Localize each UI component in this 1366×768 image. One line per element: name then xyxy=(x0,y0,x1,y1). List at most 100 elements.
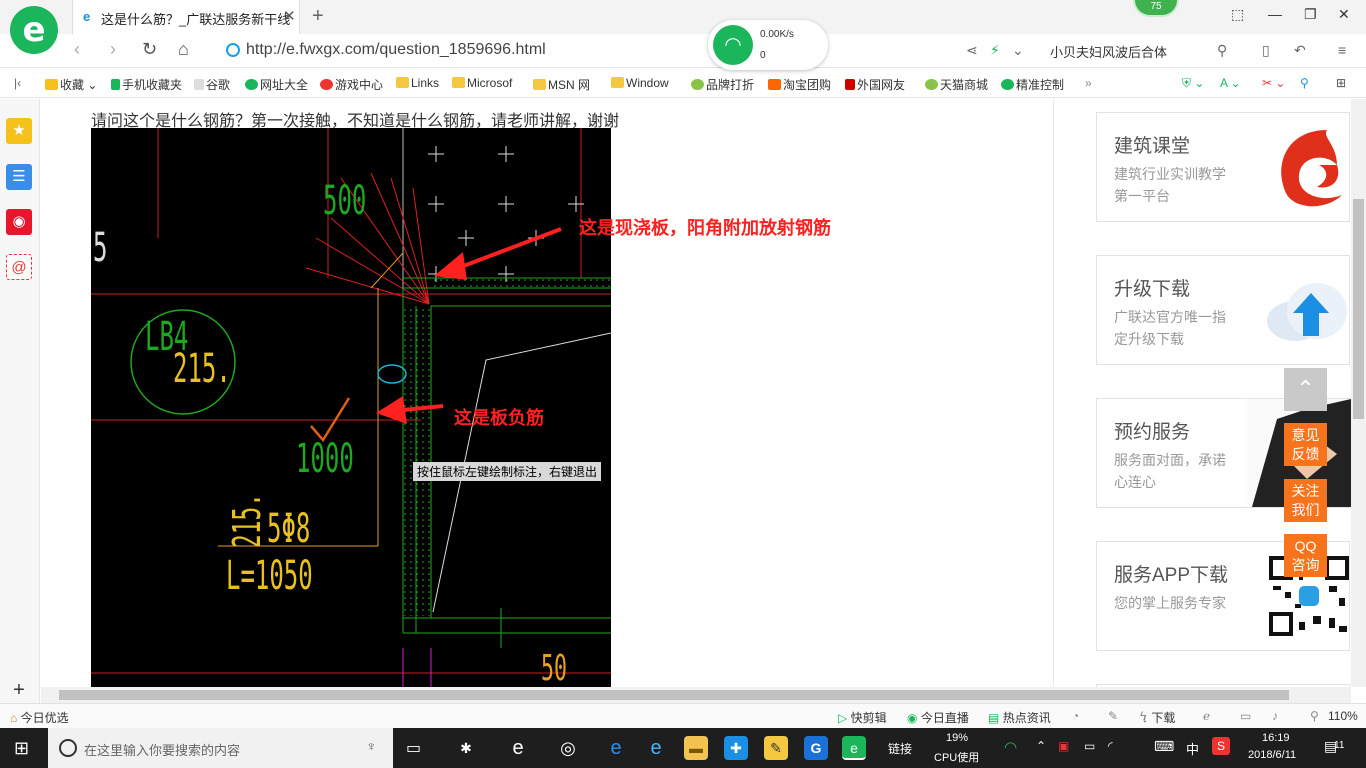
card-upgrade-download[interactable]: 升级下载 广联达官方唯一指定升级下载 xyxy=(1096,255,1350,365)
apps-grid-icon[interactable]: ⊞ xyxy=(1336,76,1346,90)
chevron-down-icon[interactable]: ⌄ xyxy=(1012,42,1024,59)
close-window-button[interactable]: ✕ xyxy=(1338,6,1350,23)
share-icon[interactable]: ⋖ xyxy=(966,42,978,59)
mail-icon[interactable]: @ xyxy=(6,254,32,280)
bookmark-item[interactable]: 天猫商城 xyxy=(925,76,988,93)
ie-icon[interactable]: e xyxy=(644,736,668,760)
lightning-icon[interactable]: ⚡ xyxy=(990,42,1000,59)
edge-legacy-icon[interactable]: e xyxy=(506,736,530,760)
card-title: 升级下载 xyxy=(1114,279,1191,300)
network-tray-icon[interactable]: ◜ xyxy=(1108,739,1113,753)
search-icon[interactable]: ⚲ xyxy=(1217,42,1227,59)
status-item[interactable]: ▤ 热点资讯 xyxy=(988,709,1051,726)
shirt-icon[interactable]: ⬚ xyxy=(1231,6,1244,23)
search-suggestion[interactable]: 小贝夫妇风波后合体 xyxy=(1050,42,1167,61)
bookmark-item[interactable]: Window xyxy=(611,76,669,90)
status-item[interactable]: ◉ 今日直播 xyxy=(907,709,969,726)
minimize-button[interactable]: — xyxy=(1268,6,1282,22)
list-icon[interactable]: ☰ xyxy=(6,164,32,190)
clock-date[interactable]: 2018/6/11 xyxy=(1248,749,1296,761)
wifi-tray-icon[interactable]: ◠ xyxy=(1004,738,1017,756)
refresh-icon[interactable]: ↻ xyxy=(142,39,157,60)
horizontal-scroll-thumb[interactable] xyxy=(59,690,1289,700)
collapse-icon[interactable]: |‹ xyxy=(14,76,21,90)
vertical-scrollbar[interactable] xyxy=(1351,99,1366,687)
address-bar[interactable]: http://e.fwxgx.com/question_1859696.html xyxy=(218,38,718,64)
favorites-star-icon[interactable]: ★ xyxy=(6,118,32,144)
shield-icon[interactable]: ⛨ ⌄ xyxy=(1182,76,1204,91)
zoom-icon[interactable]: ⚲ xyxy=(1310,709,1319,723)
scissors-icon[interactable]: ✂ ⌄ xyxy=(1262,76,1285,90)
spiral-app-icon[interactable]: ◎ xyxy=(556,736,580,760)
cpu-label: CPU使用 xyxy=(934,752,980,764)
ime-indicator[interactable]: 中 xyxy=(1186,739,1199,758)
feedback-button[interactable]: 意见反馈 xyxy=(1284,423,1327,466)
qq-consult-button[interactable]: QQ咨询 xyxy=(1284,534,1327,577)
vertical-scroll-thumb[interactable] xyxy=(1353,199,1364,419)
windows-start-icon[interactable]: ⊞ xyxy=(14,738,29,759)
clock-time[interactable]: 16:19 xyxy=(1262,732,1290,744)
browser-task-icon[interactable]: e xyxy=(842,736,866,760)
translate-icon[interactable]: A ⌄ xyxy=(1220,76,1241,90)
zoom-level[interactable]: 110% xyxy=(1328,709,1358,723)
battery-tray-icon[interactable]: ▭ xyxy=(1084,739,1095,753)
back-icon[interactable]: ‹ xyxy=(74,39,80,60)
phone-icon[interactable]: ▯ xyxy=(1262,42,1270,59)
tray-expand-icon[interactable]: ⌃ xyxy=(1036,739,1046,753)
magnifier-icon[interactable]: ⚲ xyxy=(1300,76,1309,90)
bookmark-item[interactable]: 品牌打折 xyxy=(691,76,754,93)
status-item[interactable]: ▷ 快剪辑 xyxy=(838,709,887,726)
weibo-icon[interactable]: ◉ xyxy=(6,209,32,235)
bookmark-item[interactable]: 手机收藏夹 xyxy=(111,76,182,93)
bookmark-item[interactable]: 网址大全 xyxy=(245,76,308,93)
bookmark-item[interactable]: 谷歌 xyxy=(194,76,230,93)
score-badge[interactable]: 75 xyxy=(1133,0,1179,17)
glodon-app-icon[interactable]: G xyxy=(804,736,828,760)
taskbar-search-box[interactable]: 在这里输入你要搜索的内容 ♆ xyxy=(48,728,393,768)
add-sidebar-icon[interactable]: + xyxy=(6,677,32,703)
back-to-top-button[interactable]: ⌃ xyxy=(1284,368,1327,411)
taskbar-link-label[interactable]: 链接 xyxy=(888,740,912,757)
plus-app-icon[interactable]: ✚ xyxy=(724,736,748,760)
pin-icon[interactable]: ✎ xyxy=(1108,709,1118,723)
bookmark-item[interactable]: 淘宝团购 xyxy=(768,76,831,93)
tab-active[interactable]: e 这是什么筋？_广联达服务新干线 ✕ xyxy=(72,0,300,34)
fan-app-icon[interactable]: ✱ xyxy=(454,736,478,760)
bookmark-item[interactable]: 收藏 ⌄ xyxy=(45,76,97,93)
card-building-class[interactable]: 建筑课堂 建筑行业实训教学第一平台 xyxy=(1096,112,1350,222)
task-view-icon[interactable]: ▭ xyxy=(406,738,421,758)
bookmark-item[interactable]: 游戏中心 xyxy=(320,76,383,93)
home-icon[interactable]: ⌂ xyxy=(178,39,189,60)
today-picks[interactable]: ⌂ 今日优选 xyxy=(10,709,69,726)
tab-close-icon[interactable]: ✕ xyxy=(283,7,296,25)
download-status[interactable]: ↓ 下载 xyxy=(1142,709,1175,726)
forward-icon[interactable]: › xyxy=(110,39,116,60)
window-icon[interactable]: ▭ xyxy=(1240,709,1251,723)
bookmark-item[interactable]: 外国网友 xyxy=(845,76,905,93)
undo-icon[interactable]: ↶ xyxy=(1294,42,1306,59)
status-item-label: 热点资讯 xyxy=(1002,711,1051,725)
microphone-icon[interactable]: ♆ xyxy=(366,738,377,754)
browser-logo-icon[interactable]: e xyxy=(10,6,58,54)
horizontal-scrollbar[interactable] xyxy=(41,687,1351,703)
bookmark-item[interactable]: Links xyxy=(396,76,439,90)
menu-icon[interactable]: ≡ xyxy=(1338,42,1346,58)
notes-app-icon[interactable]: ✎ xyxy=(764,736,788,760)
restore-button[interactable]: ❐ xyxy=(1304,6,1317,23)
file-explorer-icon[interactable]: ▬ xyxy=(684,736,708,760)
edge-icon[interactable]: e xyxy=(604,736,628,760)
sogou-icon[interactable]: S xyxy=(1212,737,1230,755)
follow-us-button[interactable]: 关注我们 xyxy=(1284,479,1327,522)
new-tab-button[interactable]: + xyxy=(312,5,324,28)
ie-mode-icon[interactable]: ℯ xyxy=(1203,709,1210,723)
bookmark-item[interactable]: MSN 网 xyxy=(533,76,590,93)
cart-tray-icon[interactable]: ▣ xyxy=(1058,739,1069,753)
bookmark-item[interactable]: Microsof xyxy=(452,76,512,90)
bookmark-item[interactable]: 精准控制 xyxy=(1001,76,1064,93)
sound-icon[interactable]: ♪ xyxy=(1272,709,1278,723)
wifi-widget[interactable]: ◠ 0.00K/s 0 xyxy=(708,20,828,70)
keyboard-icon[interactable]: ⌨ xyxy=(1154,738,1174,755)
url-text[interactable]: http://e.fwxgx.com/question_1859696.html xyxy=(246,41,546,59)
more-bookmarks-icon[interactable]: » xyxy=(1085,76,1092,90)
speed-icon[interactable]: ◔ xyxy=(1072,709,1079,723)
